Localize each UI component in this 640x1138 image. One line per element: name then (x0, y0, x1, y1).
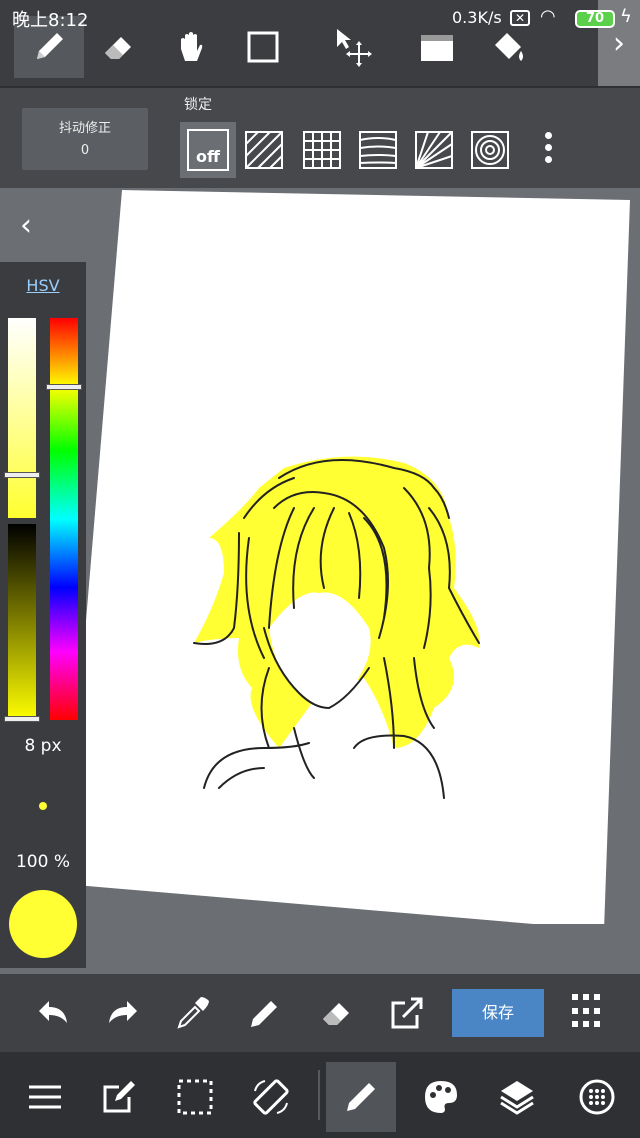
color-mode-toggle[interactable]: HSV (0, 276, 86, 295)
ruler-radial-button[interactable] (412, 128, 456, 172)
redo-button[interactable] (98, 988, 148, 1038)
redo-icon (109, 1001, 137, 1023)
status-net-speed: 0.3K/s (452, 8, 502, 27)
color-panel: HSV 8 px 100 % (0, 262, 86, 968)
action-bar: 保存 (0, 974, 640, 1052)
bottom-nav (0, 1052, 640, 1138)
ruler-off-button[interactable]: off (180, 122, 236, 178)
eyedropper-icon (177, 997, 209, 1029)
circles-icon (471, 131, 509, 169)
collapse-panel-button[interactable]: ‹ (20, 208, 32, 243)
brush-size-preview (39, 802, 47, 810)
layers-button[interactable] (482, 1062, 552, 1132)
eraser-settings-button[interactable] (312, 988, 362, 1038)
saturation-handle[interactable] (4, 472, 40, 478)
pen-icon (251, 1001, 277, 1027)
edit-icon (103, 1081, 135, 1113)
stabilizer-value: 0 (80, 143, 90, 158)
top-toolbar: › 晚上8:12 0.3K/s ✕ ◠ 70 ϟ (0, 0, 640, 86)
hue-slider[interactable] (50, 318, 78, 720)
value-handle[interactable] (4, 716, 40, 722)
palette-icon (425, 1081, 457, 1113)
canvas-area[interactable]: ‹ (0, 188, 640, 974)
status-bar: 晚上8:12 0.3K/s ✕ ◠ 70 ϟ (0, 6, 640, 36)
battery-indicator: 70 (575, 10, 615, 28)
stabilizer-button[interactable]: 抖动修正 0 (22, 108, 148, 170)
export-button[interactable] (382, 988, 432, 1038)
undo-icon (39, 1001, 67, 1023)
more-options-icon[interactable] (540, 132, 556, 172)
selection-icon (177, 1079, 213, 1115)
drawing-canvas[interactable] (64, 188, 630, 924)
eraser-icon (323, 1003, 349, 1025)
ruler-grid-button[interactable] (300, 128, 344, 172)
parallel-lines-icon (245, 131, 283, 169)
status-time: 晚上8:12 (12, 10, 89, 31)
rotate-canvas-button[interactable] (236, 1062, 306, 1132)
edit-button[interactable] (84, 1062, 154, 1132)
ruler-off-label: off (187, 129, 229, 171)
grid-icon (303, 131, 341, 169)
grid-menu-icon[interactable] (572, 994, 602, 1030)
radial-lines-icon (415, 131, 453, 169)
nav-divider (318, 1070, 320, 1120)
undo-button[interactable] (28, 988, 78, 1038)
palette-button[interactable] (406, 1062, 476, 1132)
menu-icon (29, 1085, 61, 1109)
stabilizer-label: 抖动修正 (58, 121, 111, 136)
value-slider[interactable] (8, 524, 36, 720)
no-sim-icon: ✕ (510, 10, 530, 26)
hue-handle[interactable] (46, 384, 82, 390)
ruler-parallel-button[interactable] (242, 128, 286, 172)
material-button[interactable] (562, 1062, 632, 1132)
charging-icon: ϟ (620, 6, 632, 27)
ruler-bar: 抖动修正 0 锁定 off (0, 86, 640, 188)
ruler-lock-label: 锁定 (184, 97, 212, 113)
brush-size[interactable]: 8 px (0, 736, 86, 756)
app-root: › 晚上8:12 0.3K/s ✕ ◠ 70 ϟ 抖动修正 0 锁定 off ‹… (0, 0, 640, 1138)
ruler-concentric-button[interactable] (356, 128, 400, 172)
rotate-icon (253, 1079, 289, 1115)
menu-button[interactable] (10, 1062, 80, 1132)
chevron-left-icon: ‹ (20, 208, 32, 243)
layers-icon (500, 1081, 534, 1115)
save-button[interactable]: 保存 (452, 989, 544, 1037)
selection-button[interactable] (160, 1062, 230, 1132)
ruler-circles-button[interactable] (468, 128, 512, 172)
eyedropper-button[interactable] (168, 988, 218, 1038)
brush-icon (347, 1083, 375, 1111)
open-external-icon (391, 997, 423, 1029)
brush-opacity[interactable]: 100 % (0, 852, 86, 872)
concentric-lines-icon (359, 131, 397, 169)
wifi-icon: ◠ (540, 6, 556, 27)
brush-button[interactable] (326, 1062, 396, 1132)
material-icon (579, 1079, 615, 1115)
saturation-slider[interactable] (8, 318, 36, 518)
pen-settings-button[interactable] (240, 988, 290, 1038)
current-color-swatch[interactable] (9, 890, 77, 958)
